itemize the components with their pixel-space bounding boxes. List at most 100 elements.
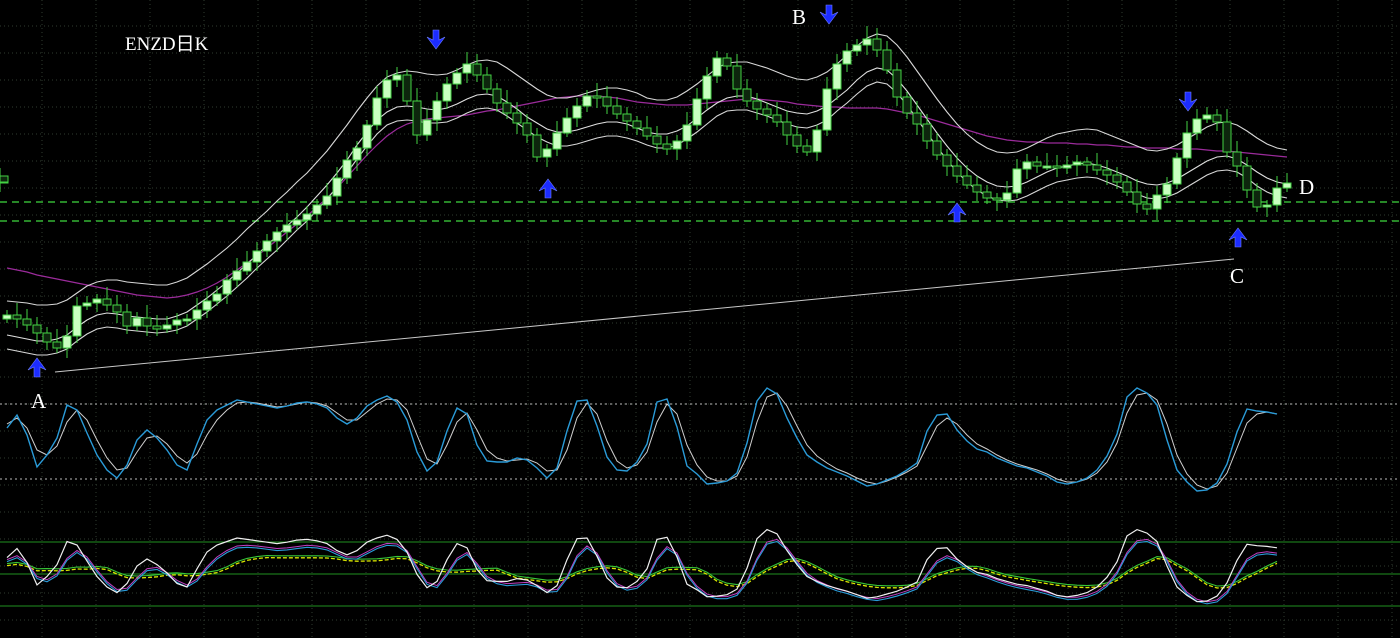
point-label-d: D	[1299, 175, 1314, 199]
candle-body	[492, 88, 502, 104]
candle-body	[62, 335, 72, 349]
candle-body	[332, 177, 342, 197]
candle-body	[132, 317, 142, 327]
osc-blue-line	[6, 540, 1278, 605]
candle-body	[672, 140, 682, 150]
candle-body	[852, 44, 862, 52]
candle-body	[1282, 182, 1292, 189]
candle-body	[882, 49, 892, 71]
oscillator-lines	[6, 387, 1278, 605]
candle-body	[0, 175, 9, 183]
candle-body	[2, 314, 12, 320]
candle-body	[162, 324, 172, 330]
candle-body	[242, 261, 252, 272]
candle-body	[172, 319, 182, 326]
candle-body	[52, 341, 62, 349]
candle-body	[572, 105, 582, 119]
candle-body	[232, 270, 242, 281]
candle-body	[742, 88, 752, 102]
candle-body	[722, 57, 732, 67]
candle-body	[992, 197, 1002, 201]
candle-body	[412, 100, 422, 136]
candle-body	[152, 325, 162, 330]
candle-body	[802, 145, 812, 153]
candle-body	[872, 38, 882, 51]
candle-body	[1082, 161, 1092, 166]
chart-title: ENZD日K	[125, 34, 209, 55]
candle-body	[1192, 118, 1202, 134]
candle-body	[1042, 165, 1052, 169]
candle-body	[972, 184, 982, 193]
buy-arrow-icon	[27, 357, 47, 378]
candle-body	[1182, 132, 1192, 159]
candle-body	[542, 148, 552, 158]
candle-body	[912, 112, 922, 125]
candle-body	[1102, 169, 1112, 176]
candle-body	[982, 191, 992, 199]
candle-body	[182, 318, 192, 322]
candle-body	[1052, 165, 1062, 169]
point-label-c: C	[1230, 264, 1244, 288]
candle-body	[752, 100, 762, 110]
candle-body	[32, 324, 42, 334]
candle-body	[762, 108, 772, 116]
candle-body	[902, 96, 912, 114]
candle-body	[642, 127, 652, 137]
candle-body	[832, 63, 842, 90]
candle-body	[422, 119, 432, 136]
candle-body	[372, 97, 382, 126]
trend-line-a-c	[54, 258, 1235, 373]
candle-body	[472, 63, 482, 76]
candle-body	[1072, 161, 1082, 166]
sell-arrow-icon	[426, 29, 446, 50]
candle-body	[532, 134, 542, 158]
candle-body	[122, 311, 132, 327]
candle-body	[1142, 203, 1152, 210]
candle-body	[1272, 187, 1282, 206]
candle-body	[12, 314, 22, 320]
candle-body	[92, 298, 102, 304]
candle-body	[452, 72, 462, 85]
ma-fast-line	[6, 67, 1288, 342]
candle-body	[222, 279, 232, 295]
candle-body	[382, 79, 392, 99]
candle-body	[262, 240, 272, 252]
candle-body	[652, 135, 662, 145]
candle-body	[512, 112, 522, 124]
candle-body	[822, 88, 832, 131]
candle-body	[282, 224, 292, 233]
candle-body	[692, 98, 702, 126]
candlesticks	[0, 26, 1292, 358]
candle-body	[212, 293, 222, 302]
signal-arrows	[27, 4, 1248, 378]
candle-body	[962, 175, 972, 186]
candle-body	[702, 75, 712, 100]
candle-body	[1092, 164, 1102, 171]
candle-body	[1112, 174, 1122, 183]
buy-arrow-icon	[538, 178, 558, 199]
candle-body	[1012, 168, 1022, 194]
candle-body	[772, 114, 782, 123]
candle-body	[1122, 181, 1132, 193]
candle-body	[102, 298, 112, 306]
candle-body	[682, 124, 692, 142]
candle-body	[202, 300, 212, 311]
candle-body	[1022, 161, 1032, 170]
candle-body	[892, 69, 902, 98]
candle-body	[1212, 114, 1222, 123]
candle-body	[192, 309, 202, 320]
candle-body	[732, 65, 742, 90]
candle-body	[602, 96, 612, 107]
candle-body	[522, 122, 532, 136]
candle-body	[582, 95, 592, 107]
sell-arrow-icon	[1178, 91, 1198, 112]
candle-body	[632, 120, 642, 129]
candle-body	[932, 140, 942, 156]
candle-body	[662, 143, 672, 150]
candle-body	[462, 63, 472, 74]
candle-body	[1242, 165, 1252, 191]
candle-body	[342, 159, 352, 179]
candle-body	[72, 305, 82, 337]
candle-body	[552, 132, 562, 150]
candle-body	[712, 57, 722, 77]
